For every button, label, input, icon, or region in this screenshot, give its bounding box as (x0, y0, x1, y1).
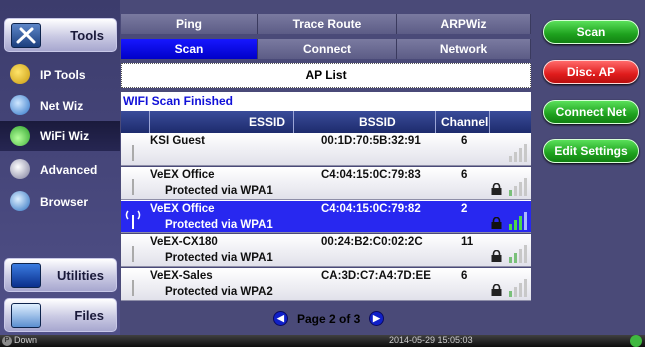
channel-cell: 6 (461, 169, 468, 181)
signal-strength-icon (509, 212, 527, 230)
advanced-icon (10, 159, 30, 179)
column-header-bssid[interactable]: BSSID (359, 115, 396, 129)
lock-icon (491, 250, 502, 262)
antenna-icon (123, 240, 143, 262)
sidebar-item-label: Net Wiz (40, 99, 84, 113)
page-indicator: Page 2 of 3 (297, 312, 361, 326)
utilities-button[interactable]: Utilities (4, 258, 117, 292)
essid-cell: VeEX-CX180 (150, 236, 218, 248)
scan-status: WIFI Scan Finished (121, 92, 531, 111)
antenna-icon (123, 207, 143, 229)
tab-ping[interactable]: Ping (121, 14, 258, 34)
column-divider (149, 111, 150, 133)
page-title: AP List (121, 63, 531, 88)
sidebar-item-net-wiz[interactable]: Net Wiz (10, 94, 118, 118)
security-cell: Protected via WPA1 (165, 252, 273, 264)
sidebar-item-label: Advanced (40, 163, 98, 177)
antenna-icon (123, 139, 143, 161)
antenna-icon (123, 173, 143, 195)
tab-scan[interactable]: Scan (121, 39, 258, 59)
channel-cell: 6 (461, 135, 468, 147)
tab-trace-route[interactable]: Trace Route (258, 14, 397, 34)
signal-strength-icon (509, 178, 527, 196)
lock-icon (491, 284, 502, 296)
sidebar-item-ip-tools[interactable]: IP Tools (10, 63, 118, 87)
lock-icon (491, 183, 502, 195)
security-cell: Protected via WPA2 (165, 286, 273, 298)
tools-button[interactable]: Tools (4, 18, 117, 52)
essid-cell: VeEX Office (150, 203, 215, 215)
sidebar-item-label: IP Tools (40, 68, 86, 82)
tools-icon (11, 23, 41, 48)
table-row[interactable]: VeEX Office Protected via WPA1 C4:04:15:… (121, 167, 531, 200)
essid-cell: VeEX Office (150, 169, 215, 181)
status-bar: P Down 2014-05-29 15:05:03 (0, 335, 645, 347)
action-panel: Scan Disc. AP Connect Net Edit Settings (535, 0, 645, 335)
datetime: 2014-05-29 15:05:03 (389, 335, 473, 345)
sidebar: Tools IP Tools Net Wiz WiFi Wiz Advanced… (0, 0, 120, 335)
bssid-cell: C4:04:15:0C:79:82 (321, 203, 421, 215)
signal-strength-icon (509, 279, 527, 297)
antenna-icon (123, 274, 143, 296)
signal-strength-icon (509, 144, 527, 162)
column-header-essid[interactable]: ESSID (249, 115, 285, 129)
column-divider (435, 111, 436, 133)
bssid-cell: CA:3D:C7:A4:7D:EE (321, 270, 431, 282)
edit-settings-button[interactable]: Edit Settings (543, 139, 639, 163)
table-row[interactable]: VeEX-Sales Protected via WPA2 CA:3D:C7:A… (121, 268, 531, 301)
connect-net-button[interactable]: Connect Net (543, 100, 639, 124)
channel-cell: 11 (461, 236, 474, 248)
security-cell: Protected via WPA1 (165, 185, 273, 197)
tab-connect[interactable]: Connect (258, 39, 397, 59)
sidebar-item-wifi-wiz[interactable]: WiFi Wiz (0, 121, 120, 151)
bssid-cell: 00:24:B2:C0:02:2C (321, 236, 423, 248)
table-row-selected[interactable]: VeEX Office Protected via WPA1 C4:04:15:… (121, 200, 531, 233)
sidebar-item-browser[interactable]: Browser (10, 190, 118, 214)
link-status: Down (14, 335, 38, 345)
tab-network[interactable]: Network (397, 39, 531, 59)
scan-button[interactable]: Scan (543, 20, 639, 44)
next-page-button[interactable]: ▶ (369, 311, 384, 326)
files-label: Files (74, 308, 104, 323)
table-row[interactable]: VeEX-CX180 Protected via WPA1 00:24:B2:C… (121, 234, 531, 267)
files-button[interactable]: Files (4, 298, 117, 332)
net-wiz-icon (10, 95, 30, 115)
ip-tools-icon (10, 64, 30, 84)
essid-cell: VeEX-Sales (150, 270, 213, 282)
channel-cell: 6 (461, 270, 468, 282)
lock-icon (491, 217, 502, 229)
disconnect-ap-button[interactable]: Disc. AP (543, 60, 639, 84)
port-icon: P (2, 336, 12, 346)
wifi-wiz-icon (10, 126, 30, 146)
sidebar-item-label: Browser (40, 195, 89, 209)
table-row[interactable]: KSI Guest 00:1D:70:5B:32:91 6 (121, 133, 531, 166)
essid-cell: KSI Guest (150, 135, 205, 147)
utilities-icon (11, 263, 41, 288)
signal-strength-icon (509, 245, 527, 263)
tab-arpwiz[interactable]: ARPWiz (397, 14, 531, 34)
table-header: ESSID BSSID Channel (121, 111, 531, 133)
channel-cell: 2 (461, 203, 468, 215)
bssid-cell: 00:1D:70:5B:32:91 (321, 135, 421, 147)
tools-label: Tools (70, 28, 104, 43)
sidebar-item-advanced[interactable]: Advanced (10, 158, 118, 182)
column-divider (489, 111, 490, 133)
bssid-cell: C4:04:15:0C:79:83 (321, 169, 421, 181)
utilities-label: Utilities (57, 268, 104, 283)
security-cell: Protected via WPA1 (165, 219, 273, 231)
column-divider (293, 111, 294, 133)
sidebar-item-label: WiFi Wiz (40, 129, 90, 143)
browser-icon (10, 191, 30, 211)
prev-page-button[interactable]: ◀ (273, 311, 288, 326)
column-header-channel[interactable]: Channel (441, 115, 488, 129)
files-icon (11, 303, 41, 328)
pagination: ◀ Page 2 of 3 ▶ (121, 303, 531, 333)
status-ok-icon (630, 335, 642, 347)
